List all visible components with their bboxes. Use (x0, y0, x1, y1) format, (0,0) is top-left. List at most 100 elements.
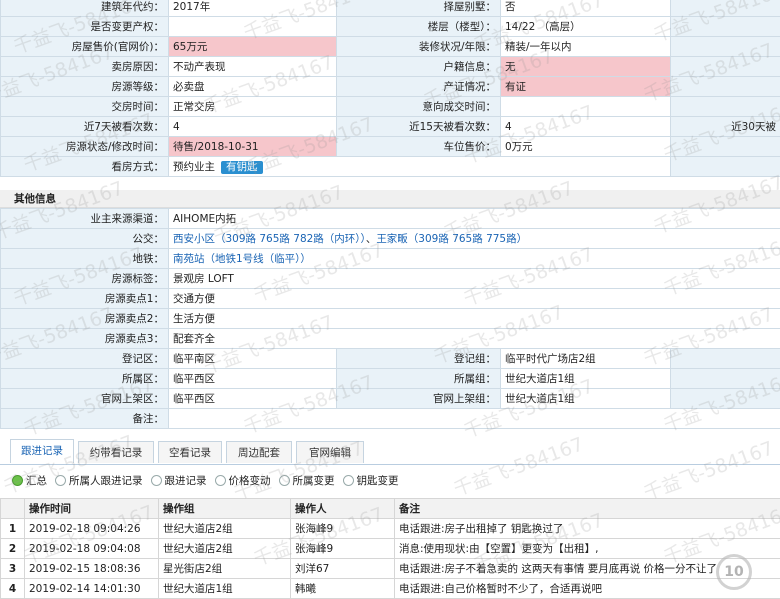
info-value: 精装/一年以内 (501, 37, 671, 57)
log-cell-note: 消息:使用现状:由【空置】更变为【出租】, (395, 539, 780, 559)
log-cell-n: 1 (1, 519, 25, 539)
metro-label: 地铁： (1, 249, 169, 269)
table-row: 22019-02-18 09:04:08世纪大道店2组张海峰9消息:使用现状:由… (1, 539, 780, 559)
own-area-label: 所属区： (1, 369, 169, 389)
info-row-viewing: 看房方式：预约业主有钥匙 (1, 157, 780, 177)
remark-value (169, 409, 780, 429)
filter-option-4[interactable]: 所属变更 (279, 475, 335, 487)
tab-3[interactable]: 周边配套 (226, 441, 292, 463)
info-label (671, 17, 780, 37)
point1-value: 交通方便 (169, 289, 780, 309)
table-row: 12019-02-18 09:04:26世纪大道店2组张海峰9电话跟进:房子出租… (1, 519, 780, 539)
record-filters: 汇总 所属人跟进记录 跟进记录 价格变动所属变更钥匙变更 (12, 472, 407, 490)
metro-station-link[interactable]: 南苑站（地铁1号线（临平）） (173, 253, 311, 265)
radio-icon[interactable] (12, 475, 23, 486)
info-label (671, 77, 780, 97)
key-badge[interactable]: 有钥匙 (221, 161, 263, 174)
info-label: 建筑年代约： (1, 0, 169, 17)
point1-label: 房源卖点1： (1, 289, 169, 309)
point2-label: 房源卖点2： (1, 309, 169, 329)
info-value: 有证 (501, 77, 671, 97)
info-label: 房源等级： (1, 77, 169, 97)
info-label (671, 57, 780, 77)
info-label: 楼层（楼型）： (337, 17, 501, 37)
info-value: 正常交房 (169, 97, 337, 117)
tab-0[interactable]: 跟进记录 (10, 439, 74, 463)
info-label: 户籍信息： (337, 57, 501, 77)
site-logo: 10 (716, 554, 752, 590)
log-cell-group: 世纪大道店1组 (159, 579, 291, 599)
follow-up-log-table: 操作时间操作组操作人备注 12019-02-18 09:04:26世纪大道店2组… (0, 498, 780, 599)
row-metro: 地铁： 南苑站（地铁1号线（临平）） (1, 249, 780, 269)
web-area-label: 官网上架区： (1, 389, 169, 409)
log-cell-time: 2019-02-14 14:01:30 (25, 579, 159, 599)
section-title-other-info: 其他信息 (0, 190, 780, 208)
filter-label: 价格变动 (229, 475, 271, 487)
tab-1[interactable]: 约带看记录 (78, 441, 154, 463)
row-bus: 公交： 西安小区（309路 765路 782路（内环））、王家畈（309路 76… (1, 229, 780, 249)
table-row: 32019-02-15 18:08:36星光街店2组刘洋67电话跟进:房子不着急… (1, 559, 780, 579)
filter-option-1[interactable]: 所属人跟进记录 (55, 475, 143, 487)
info-value: 0万元 (501, 137, 671, 157)
filter-option-3[interactable]: 价格变动 (215, 475, 271, 487)
info-label: 卖房原因： (1, 57, 169, 77)
table-row: 42019-02-14 14:01:30世纪大道店1组韩曦电话跟进:自己价格暂时… (1, 579, 780, 599)
info-row: 房源等级：必卖盘产证情况：有证 (1, 77, 780, 97)
info-label: 产证情况： (337, 77, 501, 97)
row-point1: 房源卖点1： 交通方便 (1, 289, 780, 309)
info-label (671, 37, 780, 57)
info-label: 房源状态/修改时间： (1, 137, 169, 157)
bus-station-link-2[interactable]: 王家畈（309路 765路 775路） (376, 233, 527, 245)
row-register: 登记区： 临平南区 登记组： 临平时代广场店2组 (1, 349, 780, 369)
radio-icon[interactable] (343, 475, 354, 486)
filter-label: 跟进记录 (165, 475, 207, 487)
row-remark: 备注： (1, 409, 780, 429)
other-info-table: 业主来源渠道： AIHOME内拓 公交： 西安小区（309路 765路 782路… (0, 208, 780, 429)
web-group-value: 世纪大道店1组 (501, 389, 671, 409)
tab-2[interactable]: 空看记录 (158, 441, 222, 463)
info-row: 建筑年代约：2017年择屋别墅：否 (1, 0, 780, 17)
log-cell-n: 4 (1, 579, 25, 599)
log-header-cell: 备注 (395, 499, 780, 519)
filter-option-5[interactable]: 钥匙变更 (343, 475, 399, 487)
info-value: 否 (501, 0, 671, 17)
tab-4[interactable]: 官网编辑 (296, 441, 364, 463)
filter-option-2[interactable]: 跟进记录 (151, 475, 207, 487)
radio-icon[interactable] (215, 475, 226, 486)
info-label: 交房时间： (1, 97, 169, 117)
row-own: 所属区： 临平西区 所属组： 世纪大道店1组 (1, 369, 780, 389)
filter-option-0[interactable]: 汇总 (12, 475, 47, 487)
row-web: 官网上架区： 临平西区 官网上架组： 世纪大道店1组 (1, 389, 780, 409)
info-row: 卖房原因：不动产表现户籍信息：无 (1, 57, 780, 77)
radio-icon[interactable] (279, 475, 290, 486)
source-value: AIHOME内拓 (169, 209, 780, 229)
info-label: 装修状况/年限： (337, 37, 501, 57)
log-cell-note: 电话跟进:房子出租掉了 钥匙换过了 (395, 519, 780, 539)
house-info-table: 建筑年代约：2017年择屋别墅：否是否变更产权：楼层（楼型）：14/22 （高层… (0, 0, 780, 177)
radio-icon[interactable] (55, 475, 66, 486)
log-header-cell: 操作人 (291, 499, 395, 519)
info-value: 65万元 (169, 37, 337, 57)
row-point2: 房源卖点2： 生活方便 (1, 309, 780, 329)
row-tag: 房源标签： 景观房 LOFT (1, 269, 780, 289)
filter-label: 所属人跟进记录 (69, 475, 143, 487)
bus-station-link-1[interactable]: 西安小区（309路 765路 782路（内环）） (173, 233, 366, 245)
log-cell-user: 张海峰9 (291, 539, 395, 559)
bus-separator: 、 (366, 233, 377, 245)
point3-label: 房源卖点3： (1, 329, 169, 349)
info-label: 近30天被 (671, 117, 780, 137)
info-label (671, 137, 780, 157)
info-row: 近7天被看次数：4近15天被看次数：4近30天被 (1, 117, 780, 137)
web-group-label: 官网上架组： (337, 389, 501, 409)
log-cell-n: 3 (1, 559, 25, 579)
info-value: 无 (501, 57, 671, 77)
radio-icon[interactable] (151, 475, 162, 486)
info-label: 择屋别墅： (337, 0, 501, 17)
log-header-cell: 操作组 (159, 499, 291, 519)
reg-area-value: 临平南区 (169, 349, 337, 369)
info-label (671, 0, 780, 17)
log-cell-group: 世纪大道店2组 (159, 539, 291, 559)
info-value: 4 (169, 117, 337, 137)
viewing-label: 看房方式： (1, 157, 169, 177)
log-cell-time: 2019-02-15 18:08:36 (25, 559, 159, 579)
